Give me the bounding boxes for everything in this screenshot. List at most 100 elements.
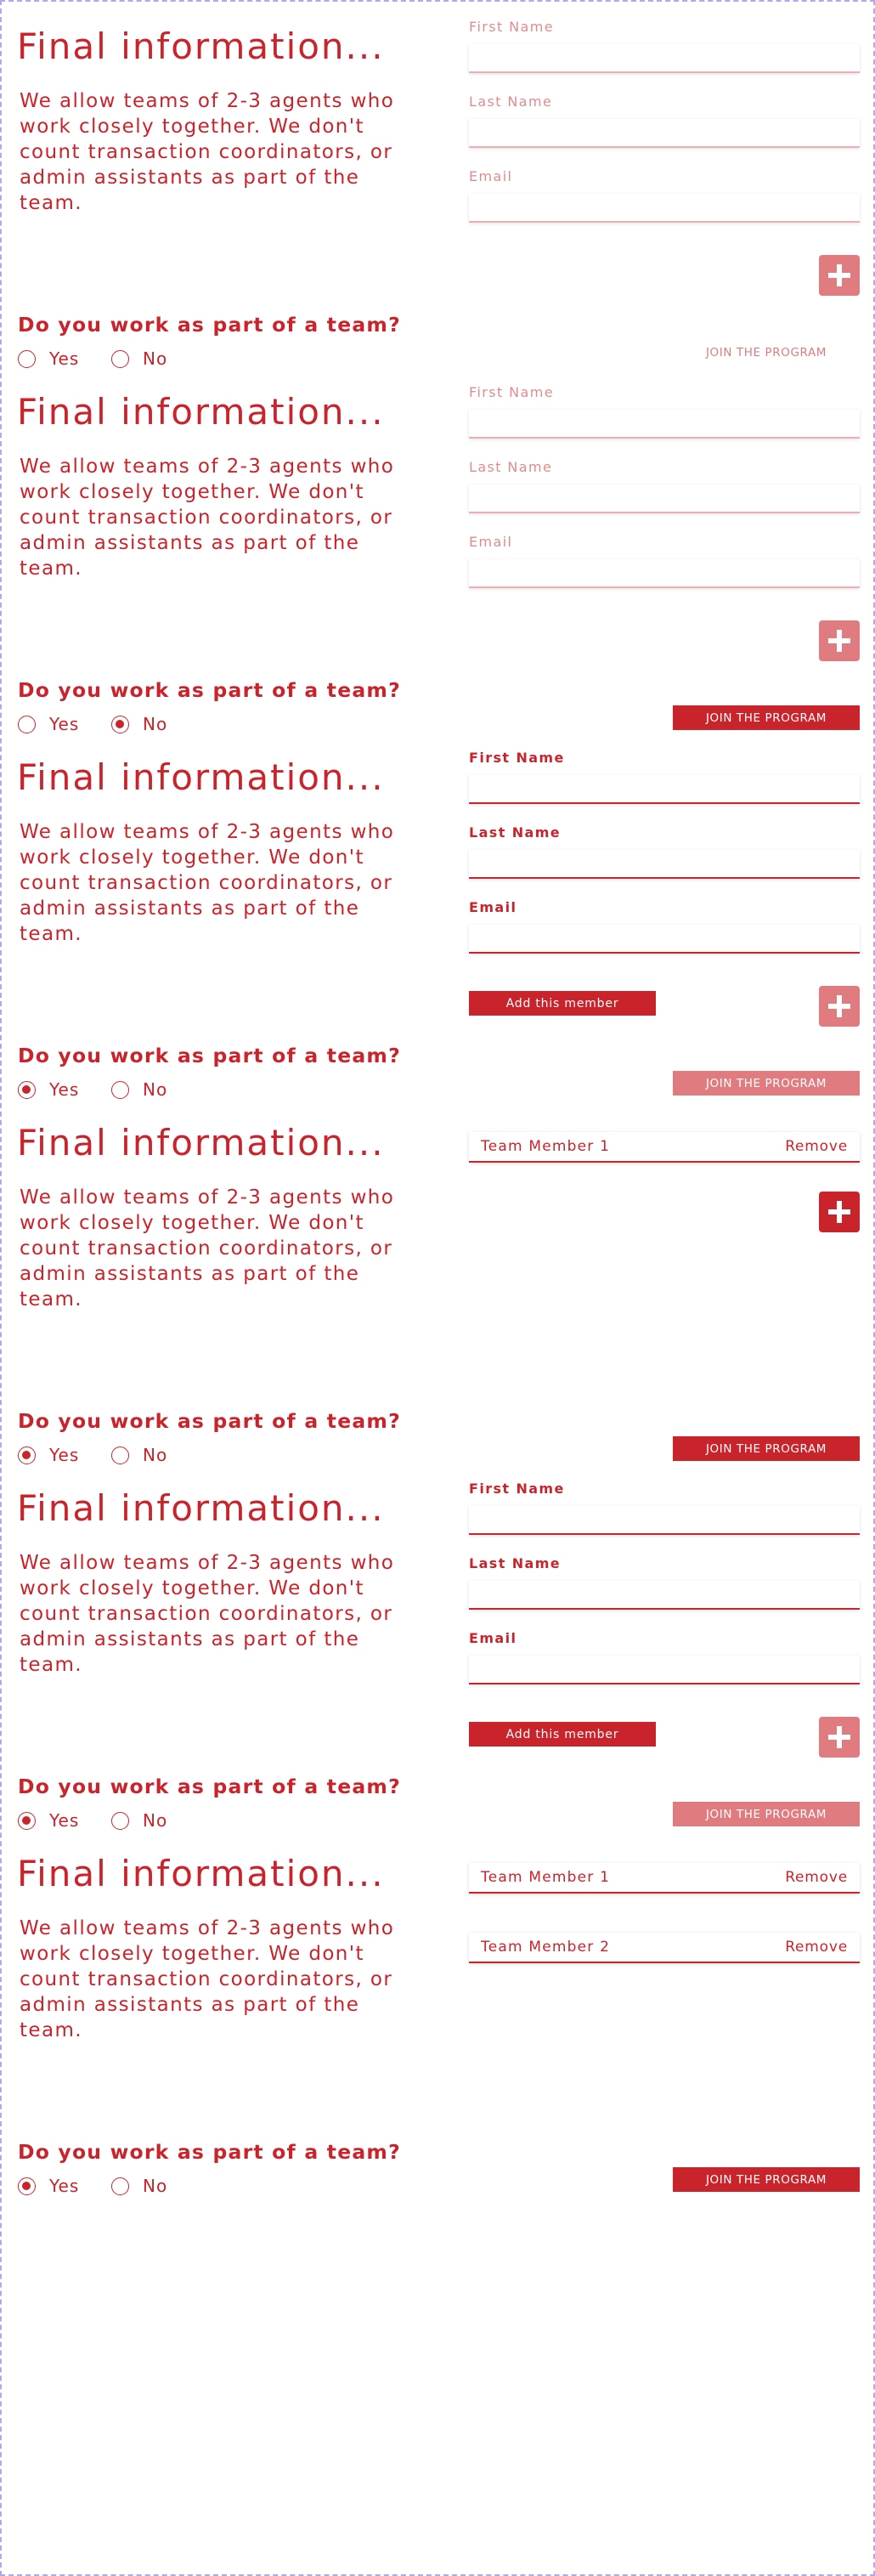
radio-circle <box>111 1811 129 1830</box>
add-this-member-button[interactable]: Add this member <box>469 991 656 1016</box>
team-no-radio[interactable]: No <box>111 1445 167 1465</box>
yes-label: Yes <box>49 1445 80 1465</box>
remove-member-button[interactable]: Remove <box>785 1869 848 1886</box>
last-name-field[interactable] <box>469 119 860 148</box>
first-name-field[interactable] <box>469 1506 860 1535</box>
team-question: Do you work as part of a team? <box>18 1044 401 1067</box>
team-yes-radio[interactable]: Yes <box>18 2176 79 2196</box>
radio-circle <box>18 349 36 368</box>
add-this-member-button[interactable]: Add this member <box>469 1722 656 1747</box>
team-yes-radio[interactable]: Yes <box>18 1810 79 1831</box>
team-no-radio[interactable]: No <box>111 2176 167 2196</box>
radio-circle-selected <box>111 715 129 733</box>
first-name-field[interactable] <box>469 44 860 73</box>
team-yes-radio[interactable]: Yes <box>18 1079 79 1100</box>
last-name-field[interactable] <box>469 484 860 513</box>
yes-label: Yes <box>49 2176 80 2196</box>
remove-member-button[interactable]: Remove <box>785 1939 848 1956</box>
last-name-field[interactable] <box>469 850 860 879</box>
team-description: We allow teams of 2-3 agents who work cl… <box>20 821 395 945</box>
team-member-row: Team Member 2 Remove <box>469 1933 860 1963</box>
page-title: Final information... <box>17 1487 385 1529</box>
team-description: We allow teams of 2-3 agents who work cl… <box>20 1186 395 1311</box>
add-member-plus-button[interactable] <box>819 1717 860 1758</box>
form-panel-3: Final information... We allow teams of 2… <box>2 736 875 1101</box>
form-panel-4: Final information... We allow teams of 2… <box>2 1101 875 1467</box>
plus-icon <box>828 630 850 652</box>
form-panel-2: Final information... We allow teams of 2… <box>2 371 875 736</box>
email-field[interactable] <box>469 559 860 588</box>
radio-circle-selected <box>18 1811 36 1830</box>
radio-circle-selected <box>18 1446 36 1464</box>
first-name-field[interactable] <box>469 775 860 804</box>
join-program-button[interactable]: JOIN THE PROGRAM <box>673 2167 860 2192</box>
team-description: We allow teams of 2-3 agents who work cl… <box>20 1917 395 2041</box>
yes-label: Yes <box>49 1810 80 1831</box>
radio-circle <box>111 1080 129 1099</box>
email-label: Email <box>469 534 513 550</box>
add-member-plus-button[interactable] <box>819 255 860 296</box>
last-name-field[interactable] <box>469 1581 860 1610</box>
team-question: Do you work as part of a team? <box>18 678 401 702</box>
last-name-label: Last Name <box>469 93 553 110</box>
page-title: Final information... <box>17 1122 385 1163</box>
add-member-plus-button[interactable] <box>819 1192 860 1232</box>
no-label: No <box>143 1079 168 1100</box>
last-name-label: Last Name <box>469 824 562 841</box>
team-description: We allow teams of 2-3 agents who work cl… <box>20 456 395 580</box>
email-field[interactable] <box>469 1656 860 1684</box>
team-description: We allow teams of 2-3 agents who work cl… <box>20 1552 395 1676</box>
first-name-label: First Name <box>469 1480 565 1497</box>
join-program-button[interactable]: JOIN THE PROGRAM <box>673 340 860 365</box>
team-member-name: Team Member 2 <box>481 1939 611 1956</box>
team-no-radio[interactable]: No <box>111 1810 167 1831</box>
no-label: No <box>143 714 168 734</box>
join-program-button[interactable]: JOIN THE PROGRAM <box>673 1802 860 1826</box>
email-label: Email <box>469 168 513 184</box>
first-name-label: First Name <box>469 750 565 766</box>
radio-circle-selected <box>18 1080 36 1099</box>
radio-circle <box>111 1446 129 1464</box>
team-no-radio[interactable]: No <box>111 348 167 369</box>
join-program-button[interactable]: JOIN THE PROGRAM <box>673 1071 860 1096</box>
team-yes-radio[interactable]: Yes <box>18 1445 79 1465</box>
page-title: Final information... <box>17 756 385 798</box>
last-name-label: Last Name <box>469 459 553 475</box>
form-panel-5: Final information... We allow teams of 2… <box>2 1467 875 1832</box>
team-description: We allow teams of 2-3 agents who work cl… <box>20 90 395 214</box>
first-name-label: First Name <box>469 19 554 35</box>
first-name-label: First Name <box>469 384 554 400</box>
no-label: No <box>143 348 168 369</box>
no-label: No <box>143 1810 168 1831</box>
plus-icon <box>828 1726 850 1748</box>
team-yes-radio[interactable]: Yes <box>18 714 79 734</box>
email-field[interactable] <box>469 194 860 223</box>
team-no-radio[interactable]: No <box>111 1079 167 1100</box>
team-question: Do you work as part of a team? <box>18 1409 401 1433</box>
radio-circle-selected <box>18 2177 36 2195</box>
page-title: Final information... <box>17 25 385 67</box>
add-member-plus-button[interactable] <box>819 986 860 1027</box>
team-yes-radio[interactable]: Yes <box>18 348 79 369</box>
plus-icon <box>828 264 850 286</box>
team-question: Do you work as part of a team? <box>18 2140 401 2164</box>
yes-label: Yes <box>49 348 80 369</box>
add-member-plus-button[interactable] <box>819 620 860 661</box>
email-field[interactable] <box>469 925 860 954</box>
team-no-radio[interactable]: No <box>111 714 167 734</box>
yes-label: Yes <box>49 1079 80 1100</box>
plus-icon <box>828 1201 850 1223</box>
join-program-button[interactable]: JOIN THE PROGRAM <box>673 1436 860 1461</box>
remove-member-button[interactable]: Remove <box>785 1138 848 1155</box>
radio-circle <box>18 715 36 733</box>
first-name-field[interactable] <box>469 410 860 439</box>
team-member-name: Team Member 1 <box>481 1869 611 1886</box>
team-question: Do you work as part of a team? <box>18 1775 401 1798</box>
plus-icon <box>828 995 850 1017</box>
team-member-row: Team Member 1 Remove <box>469 1132 860 1163</box>
page-frame: Final information... We allow teams of 2… <box>0 0 875 2576</box>
team-member-name: Team Member 1 <box>481 1138 611 1155</box>
team-question: Do you work as part of a team? <box>18 313 401 337</box>
email-label: Email <box>469 1630 517 1646</box>
join-program-button[interactable]: JOIN THE PROGRAM <box>673 705 860 730</box>
